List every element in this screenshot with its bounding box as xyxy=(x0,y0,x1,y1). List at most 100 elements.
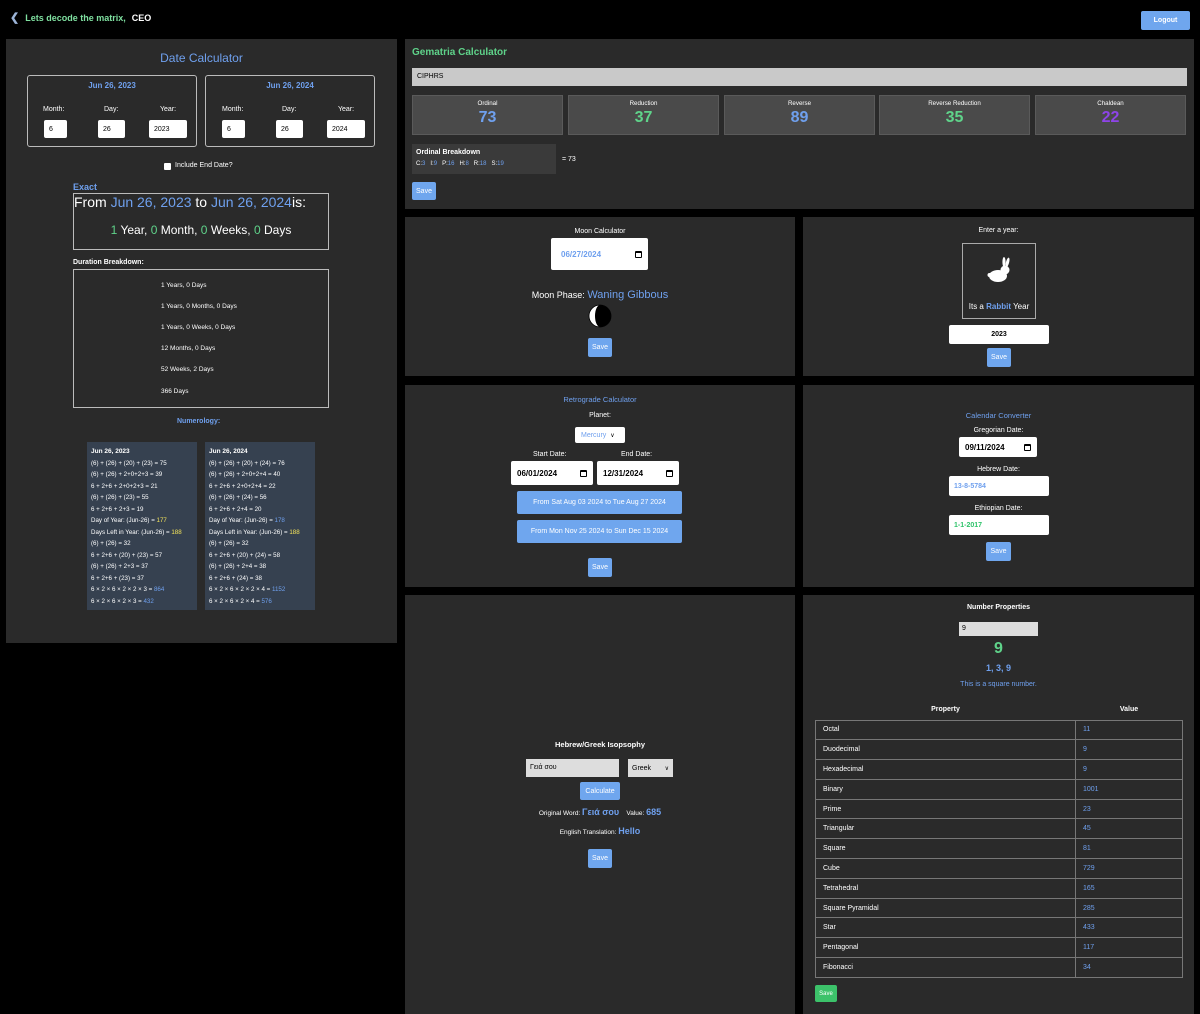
retro-period: From Sat Aug 03 2024 to Tue Aug 27 2024 xyxy=(517,491,682,514)
num-line: 6 + 2+6 + (20) + (24) = 58 xyxy=(209,551,281,559)
isopsophy-title: Hebrew/Greek Isopsophy xyxy=(554,740,646,749)
table-row: Square Pyramidal 285 xyxy=(815,897,1183,919)
prod-label: 6 × 2 × 6 × 2 × 2 × 4 = xyxy=(209,586,272,593)
back-link[interactable]: ❮ Lets decode the matrix, CEO xyxy=(10,11,151,24)
table-row: Duodecimal 9 xyxy=(815,739,1183,761)
isopsophy-word-input[interactable]: Γειά σου xyxy=(526,759,619,777)
moon-date: 06/27/2024 xyxy=(561,249,602,259)
end-day-input[interactable]: 26 xyxy=(276,120,303,138)
property-name: Cube xyxy=(815,858,1076,879)
moon-title: Moon Calculator xyxy=(574,228,626,235)
tile-value: 73 xyxy=(478,109,497,126)
ordinal-breakdown-title: Ordinal Breakdown xyxy=(416,149,481,156)
start-month-input[interactable]: 6 xyxy=(44,120,67,138)
eth-label: Ethiopian Date: xyxy=(974,505,1023,512)
to-word: to xyxy=(195,194,208,210)
property-name: Triangular xyxy=(815,818,1076,840)
numprops-number: 9 xyxy=(994,640,1003,657)
dl-value: 188 xyxy=(289,528,300,536)
start-day-input[interactable]: 26 xyxy=(98,120,125,138)
numprops-save-button[interactable]: Save xyxy=(815,985,837,1002)
num-line: (6) + (26) + (23) = 55 xyxy=(91,494,149,501)
planet-value: Mercury xyxy=(581,431,607,439)
prod-value: 1152 xyxy=(271,586,286,593)
property-name: Prime xyxy=(815,798,1076,820)
numprops-note: This is a square number. xyxy=(960,681,1037,688)
breakdown-item: 1 Years, 0 Months, 0 Days xyxy=(161,303,237,310)
numerology-label: Numerology: xyxy=(177,418,221,425)
logout-button[interactable]: Logout xyxy=(1141,11,1190,30)
breakdown-item: 1 Years, 0 Weeks, 0 Days xyxy=(161,324,236,331)
duration-years-word: Year, xyxy=(120,223,148,237)
heb-date-input[interactable]: 13-8-5784 xyxy=(949,476,1049,496)
num-line: 6 × 2 × 6 × 2 × 4 = 576 xyxy=(209,596,311,608)
tile-value: 35 xyxy=(945,109,964,126)
letter-value: 9 xyxy=(433,161,438,167)
tile-label: Chaldean xyxy=(1097,100,1124,107)
retro-end-input[interactable]: 12/31/2024 xyxy=(597,461,679,485)
num-line: Days Left in Year: (Jun-26) = 188 xyxy=(91,527,193,539)
include-end-checkbox[interactable] xyxy=(164,163,171,170)
end-month-label: Month: xyxy=(222,106,244,113)
isopsophy-save-button[interactable]: Save xyxy=(588,849,612,868)
calendar-icon xyxy=(666,469,673,477)
calconv-title: Calendar Converter xyxy=(965,411,1032,420)
num-line: (6) + (26) + (24) = 56 xyxy=(209,494,267,501)
prod-label: 6 × 2 × 6 × 2 × 2 × 3 = xyxy=(91,586,154,593)
start-year-input[interactable]: 2023 xyxy=(149,120,187,138)
calendar-icon xyxy=(635,250,642,258)
zodiac-year-input[interactable]: 2023 xyxy=(949,325,1049,344)
waning-gibbous-icon xyxy=(588,304,612,328)
num-line: (6) + (26) + 2+0+2+4 = 40 xyxy=(209,471,281,478)
zodiac-save-button[interactable]: Save xyxy=(987,348,1011,367)
property-value: 11 xyxy=(1075,719,1183,741)
zodiac-animal: Rabbit xyxy=(986,302,1011,311)
numerology-right: Jun 26, 2024 (6) + (26) + (20) + (24) = … xyxy=(205,442,315,610)
planet-label: Planet: xyxy=(589,412,611,419)
exact-from-line: From Jun 26, 2023 to Jun 26, 2024is: xyxy=(74,194,306,210)
property-name: Tetrahedral xyxy=(815,877,1076,899)
doy-value: 177 xyxy=(156,517,167,524)
retro-start-input[interactable]: 06/01/2024 xyxy=(511,461,593,485)
ordinal-letters: C:3 I:9 P:16 H:8 R:18 S:19 xyxy=(416,161,504,167)
orig-word: Γειά σου xyxy=(582,807,620,817)
numprops-title: Number Properties xyxy=(966,604,1031,611)
numerology-left: Jun 26, 2023 (6) + (26) + (20) + (23) = … xyxy=(87,442,197,610)
num-line: 6 + 2+6 + 2+0+2+4 = 22 xyxy=(209,482,276,490)
duration-weeks-word: Weeks, xyxy=(210,223,251,237)
tile-value: 37 xyxy=(634,109,653,126)
property-name: Fibonacci xyxy=(815,957,1076,978)
num-line: (6) + (26) + 2+3 = 37 xyxy=(91,563,149,570)
isopsophy-lang-select[interactable]: Greek ∨ xyxy=(628,759,673,777)
gematria-input[interactable]: CIPHRS xyxy=(412,68,1187,86)
gematria-save-button[interactable]: Save xyxy=(412,182,436,200)
property-value: 23 xyxy=(1075,798,1183,820)
end-year-input[interactable]: 2024 xyxy=(327,120,365,138)
year-word: Year xyxy=(1013,302,1030,311)
num-line: 6 + 2+6 + 2+3 = 19 xyxy=(91,505,144,513)
end-month-input[interactable]: 6 xyxy=(222,120,245,138)
retro-save-button[interactable]: Save xyxy=(588,558,612,577)
gematria-tile-reverse-reduction: Reverse Reduction 35 xyxy=(879,95,1030,135)
prod-value: 432 xyxy=(143,597,154,605)
property-value: 433 xyxy=(1075,917,1183,939)
eth-date-input[interactable]: 1-1-2017 xyxy=(949,515,1049,535)
property-value: 165 xyxy=(1075,877,1183,899)
num-line: (6) + (26) = 32 xyxy=(91,540,131,547)
breakdown-item: 366 Days xyxy=(161,388,189,395)
moon-save-button[interactable]: Save xyxy=(588,338,612,357)
letter-value: 16 xyxy=(447,161,455,167)
moon-date-input[interactable]: 06/27/2024 xyxy=(551,238,648,270)
prod-label: 6 × 2 × 6 × 2 × 3 = xyxy=(91,597,144,605)
doy-label: Day of Year: (Jun-26) = xyxy=(209,517,275,524)
calconv-save-button[interactable]: Save xyxy=(986,542,1011,561)
numprops-input[interactable]: 9 xyxy=(959,622,1038,636)
greg-date-input[interactable]: 09/11/2024 xyxy=(959,437,1037,457)
tile-label: Reverse Reduction xyxy=(928,100,981,107)
start-date-heading: Jun 26, 2023 xyxy=(88,81,136,90)
num-line: 6 + 2+6 + (23) = 37 xyxy=(91,574,144,582)
planet-select[interactable]: Mercury ∨ xyxy=(575,427,625,443)
gematria-tile-chaldean: Chaldean 22 xyxy=(1035,95,1186,135)
isopsophy-calculate-button[interactable]: Calculate xyxy=(580,782,620,800)
start-day-label: Day: xyxy=(104,106,119,113)
